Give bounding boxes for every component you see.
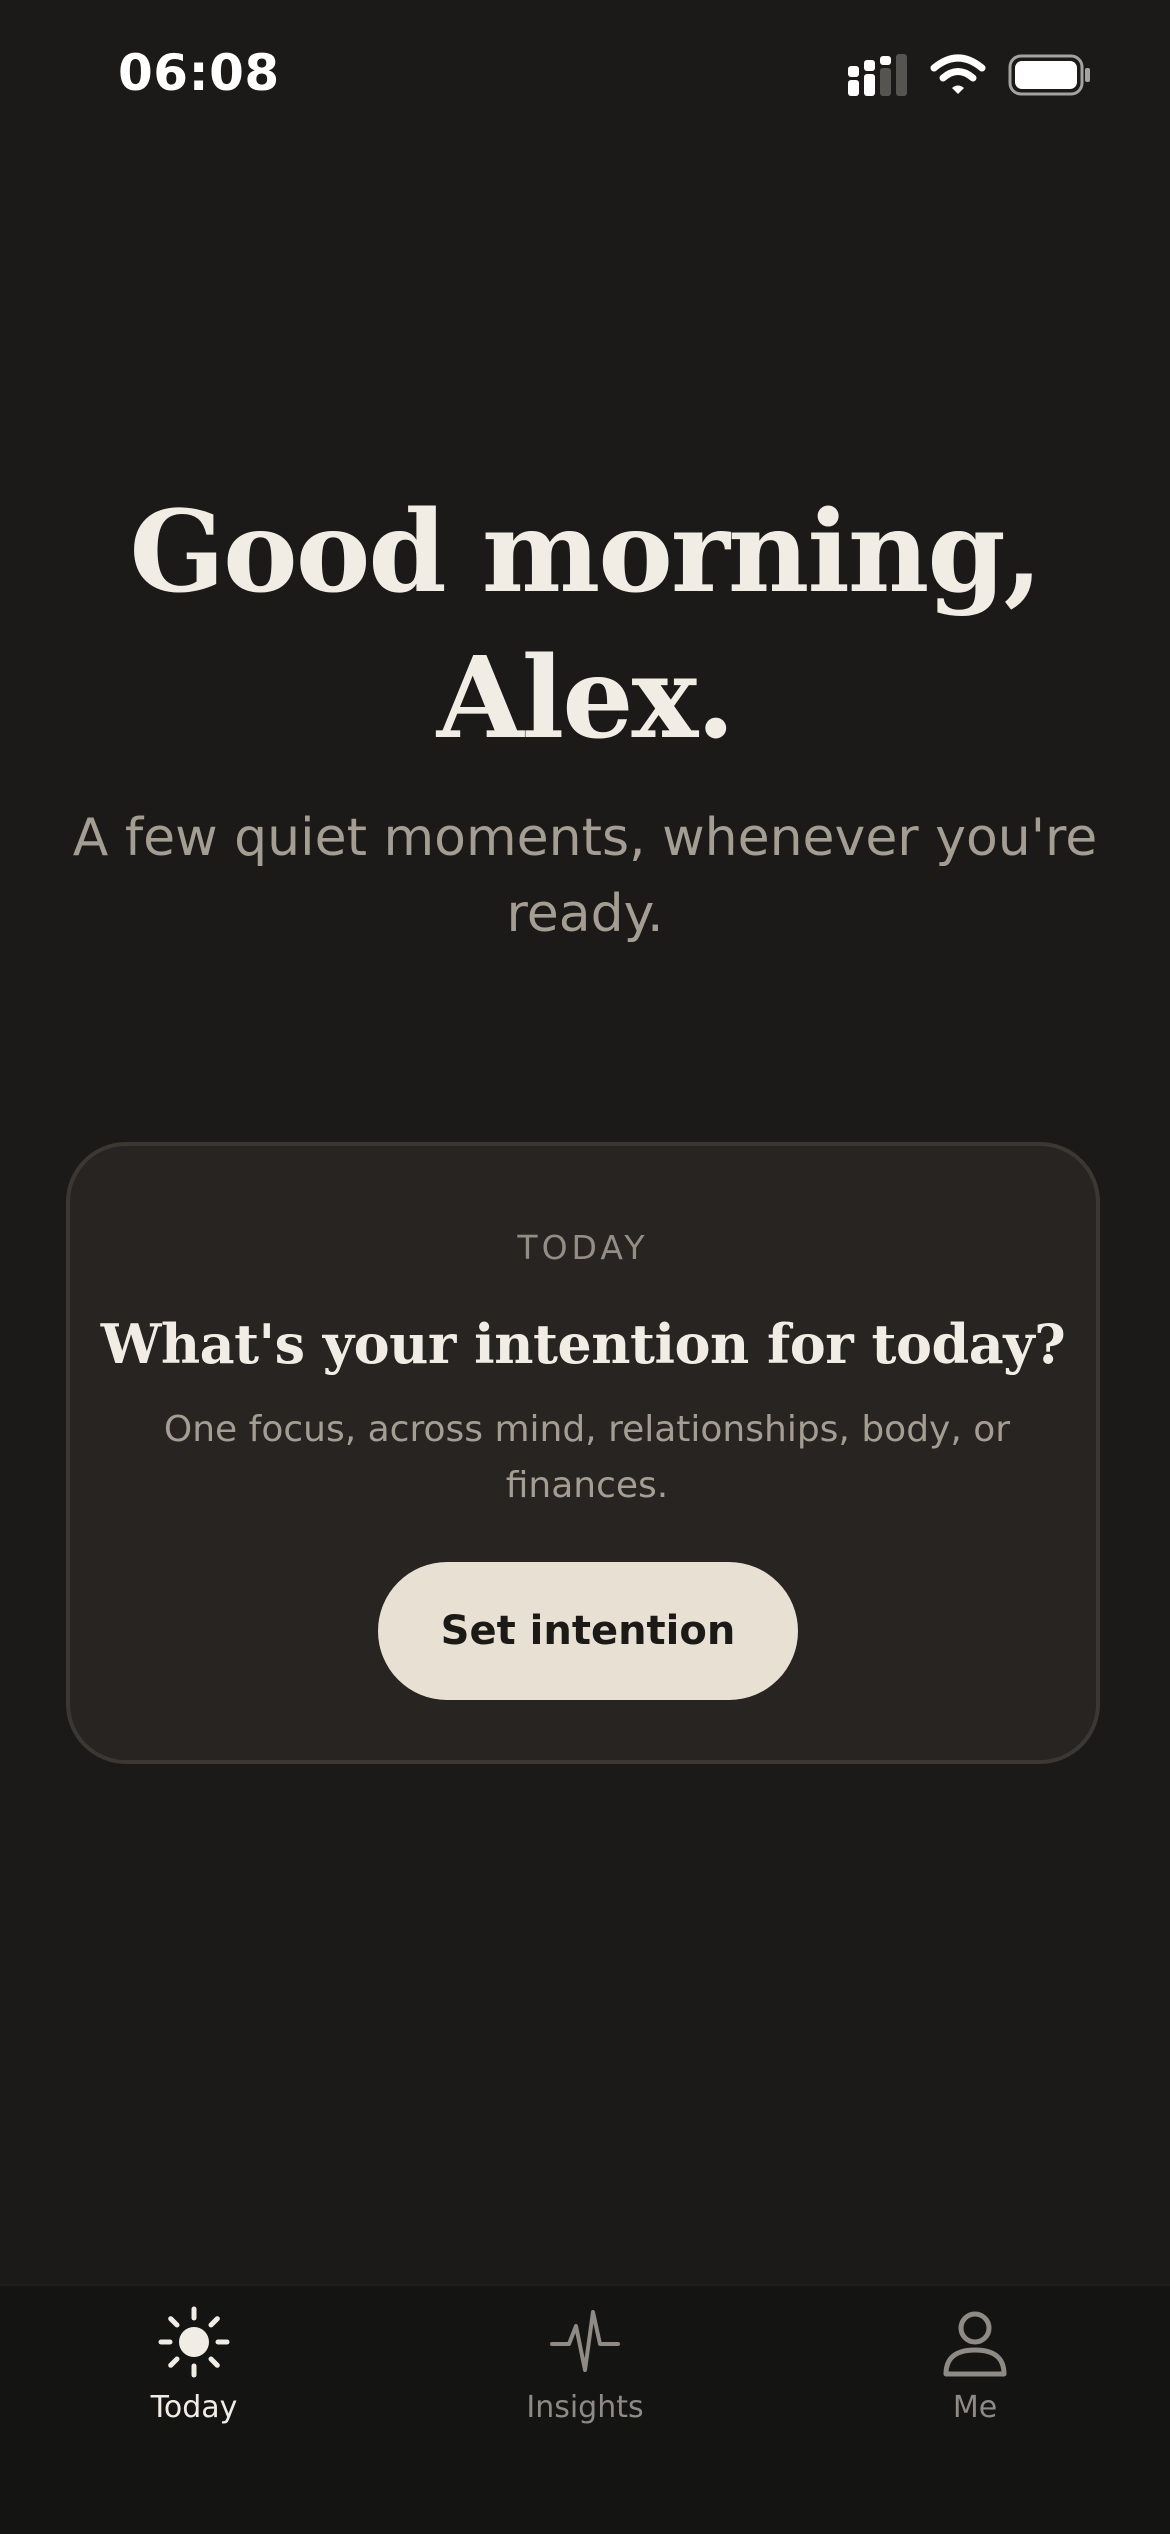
sun-icon (154, 2302, 234, 2382)
card-title: What's your intention for today? (100, 1312, 1066, 1376)
tab-label-insights: Insights (526, 2390, 644, 2425)
greeting-subtitle: A few quiet moments, whenever you're rea… (72, 808, 1098, 944)
status-icons (848, 54, 1092, 101)
card-label: TODAY (517, 1228, 649, 1267)
intention-card: TODAY What's your intention for today? O… (66, 1142, 1100, 1764)
cellular-signal-icon (848, 54, 908, 101)
tab-bar: Today Insights Me (0, 2284, 1170, 2534)
set-intention-button[interactable]: Set intention (378, 1562, 798, 1700)
status-bar: 06:08 (0, 0, 1170, 150)
tab-label-me: Me (952, 2390, 998, 2425)
greeting-line-1: Good morning, (129, 487, 1042, 618)
person-icon (935, 2302, 1015, 2382)
tab-today[interactable]: Today (64, 2302, 324, 2452)
battery-icon (1008, 54, 1092, 101)
tab-label-today: Today (150, 2390, 238, 2425)
tab-me[interactable]: Me (845, 2302, 1105, 2452)
wifi-icon (930, 54, 986, 101)
greeting-line-2: Alex. (436, 633, 735, 764)
pulse-icon (545, 2302, 625, 2382)
card-description: One focus, across mind, relationships, b… (163, 1409, 1011, 1506)
tab-insights[interactable]: Insights (455, 2302, 715, 2452)
status-time: 06:08 (118, 44, 280, 102)
greeting-title: Good morning, Alex. (0, 480, 1170, 772)
